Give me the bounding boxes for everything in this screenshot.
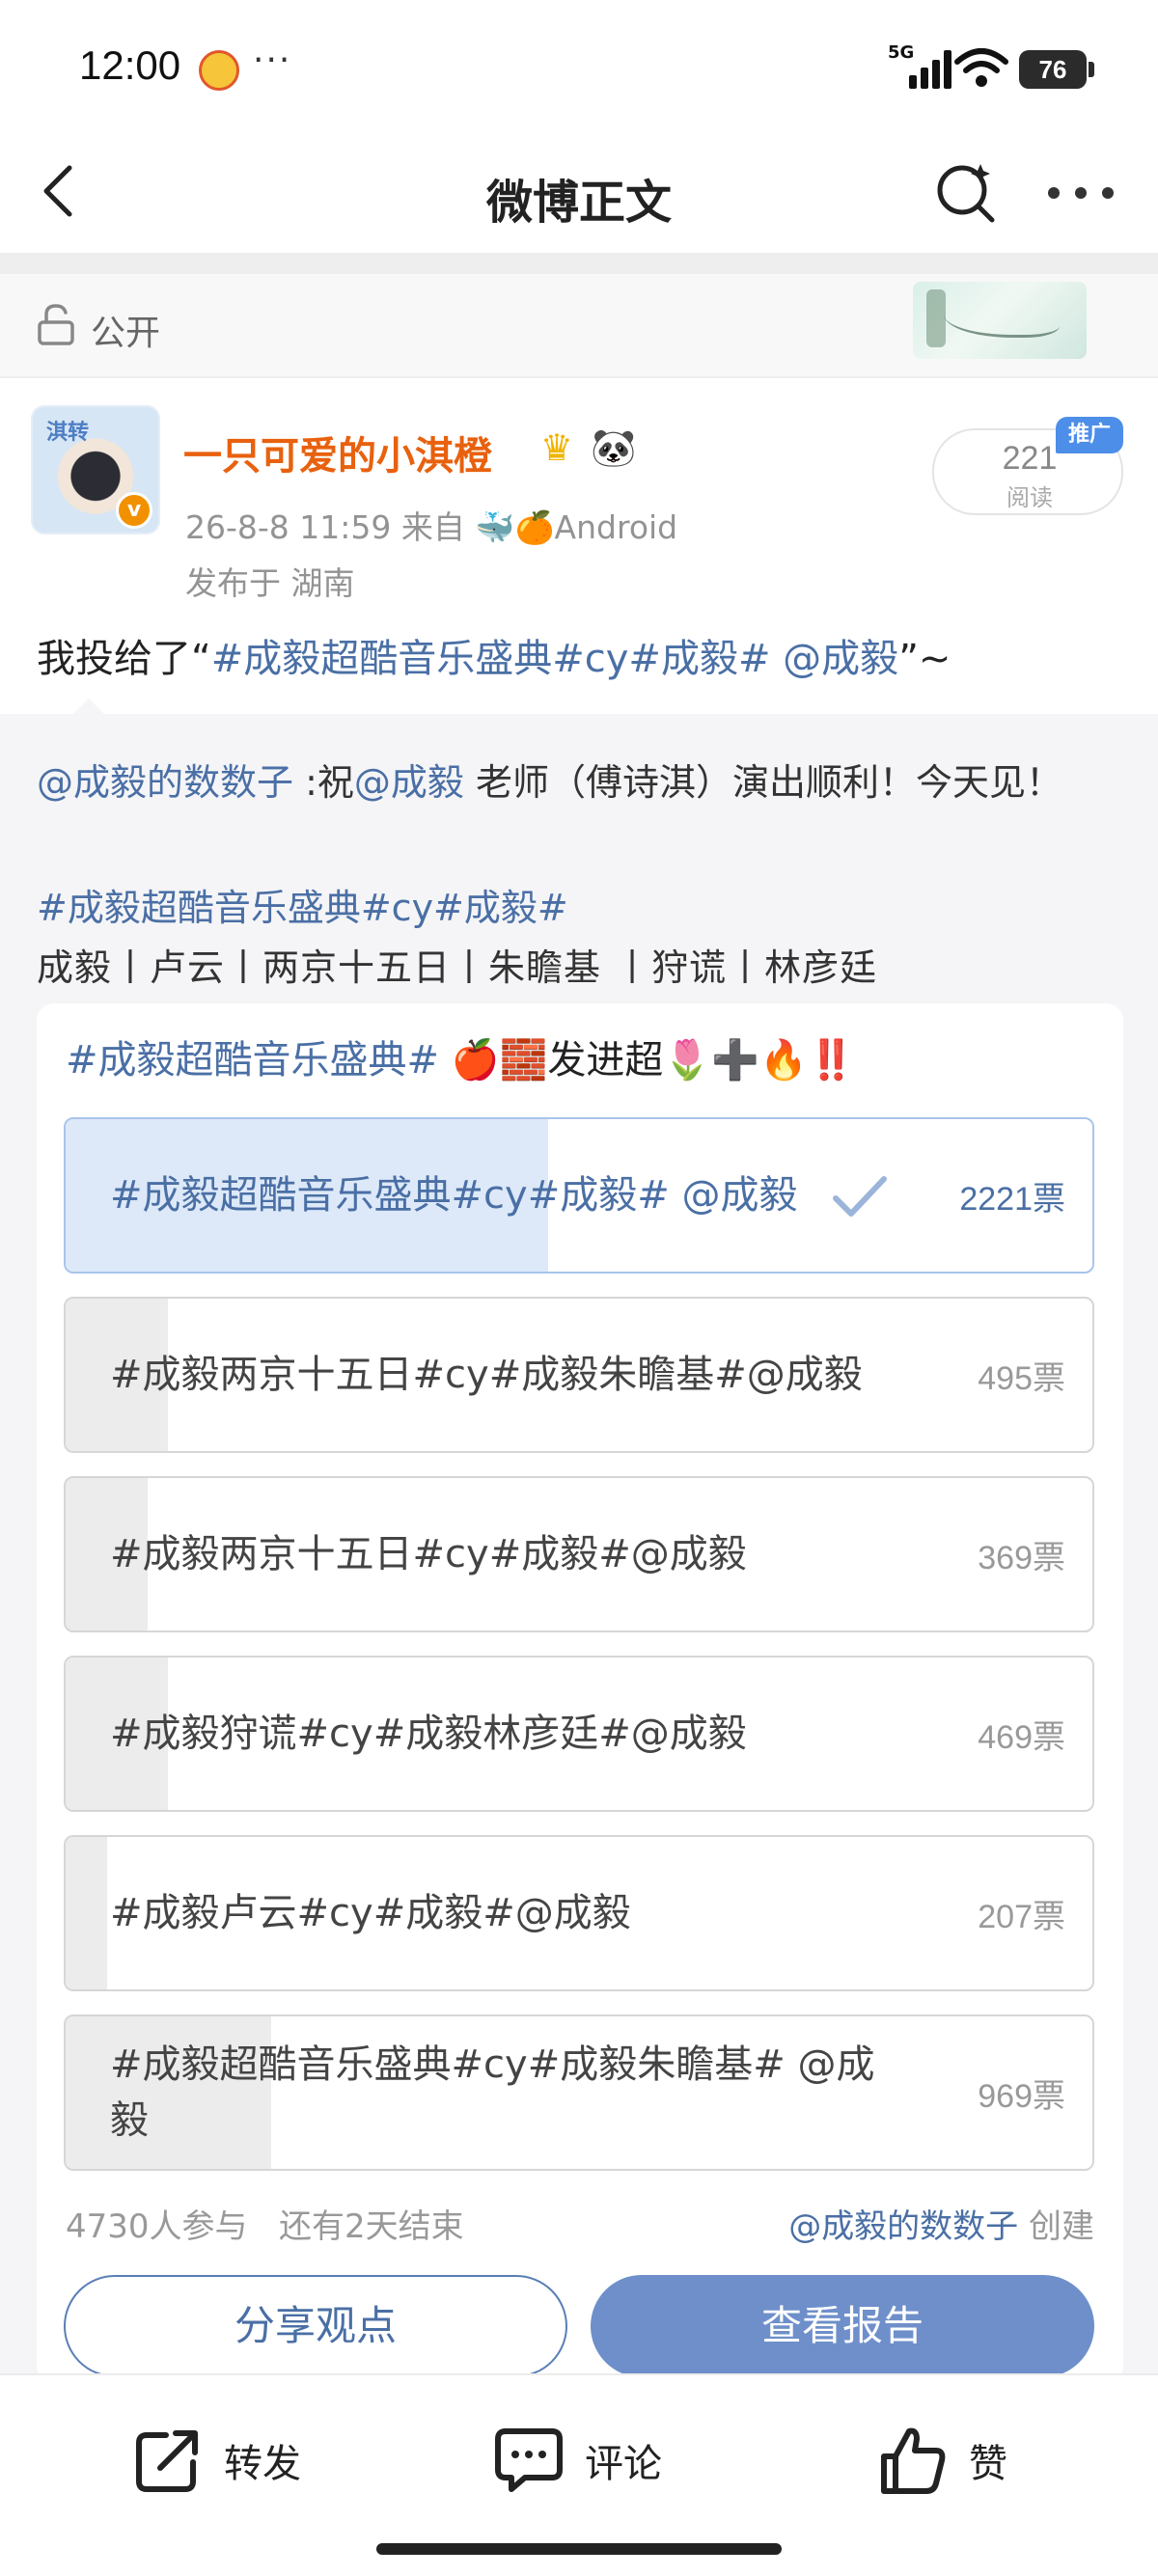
author-name[interactable]: 一只可爱的小淇橙 (183, 425, 492, 480)
repost-icon (136, 2430, 198, 2492)
mention-link[interactable]: @成毅 (354, 761, 464, 804)
read-count-label: 阅读 (1006, 484, 1053, 511)
like-label: 赞 (969, 2442, 1007, 2486)
poll-option-fill (66, 1837, 107, 1989)
visibility-row: 公开 (0, 274, 1158, 378)
poll-option-votes: 2221票 (959, 1180, 1065, 1218)
more-options-icon[interactable] (1042, 168, 1119, 216)
check-icon (833, 1176, 887, 1217)
poll-option[interactable]: #成毅两京十五日#cy#成毅朱瞻基#@成毅 495票 (64, 1297, 1094, 1453)
poll-option-votes: 369票 (978, 1539, 1065, 1576)
avatar-text: 淇转 (46, 421, 90, 445)
poll-creator-link[interactable]: @成毅的数数子 (788, 2207, 1018, 2246)
poll-title-text: 🍎🧱发进超🌷➕🔥‼️ (439, 1038, 856, 1082)
comment-label: 评论 (585, 2442, 662, 2486)
poll-option-text: #成毅两京十五日#cy#成毅#@成毅 (110, 1532, 747, 1576)
section-divider (0, 253, 1158, 274)
repost-text: @成毅的数数子 :祝@成毅 老师（傅诗淇）演出顺利！今天见！ (37, 753, 1062, 806)
post-meta: 26-8-8 11:59 来自 🐳🍊Android (185, 508, 678, 546)
view-report-button[interactable]: 查看报告 (591, 2275, 1094, 2377)
nav-bar: 微博正文 (0, 135, 1158, 253)
post-location: 发布于 湖南 (185, 564, 355, 602)
poll-option-text: #成毅超酷音乐盛典#cy#成毅朱瞻基# @成毅 (110, 2042, 875, 2143)
poll-remaining-time: 还有2天结束 (278, 2207, 464, 2246)
poll-option-text: #成毅卢云#cy#成毅#@成毅 (110, 1891, 631, 1935)
repost-text-part: 老师（傅诗淇）演出顺利！今天见！ (463, 761, 1063, 804)
poll-title-tag[interactable]: #成毅超酷音乐盛典# (66, 1038, 439, 1082)
poll-creator-suffix: 创建 (1018, 2207, 1094, 2246)
poll-option[interactable]: #成毅两京十五日#cy#成毅#@成毅 369票 (64, 1476, 1094, 1632)
weibo-notification-icon (199, 50, 239, 91)
like-button[interactable]: 赞 (876, 2422, 1007, 2499)
panda-icon: 🐼 (591, 426, 637, 469)
repost-button[interactable]: 转发 (131, 2422, 301, 2499)
visibility-label: 公开 (91, 314, 161, 353)
repost-topic-tags[interactable]: #成毅超酷音乐盛典#cy#成毅# (37, 878, 568, 931)
status-bar: 12:00 ··· 5G 76 (0, 0, 1158, 135)
poll-option-text: #成毅超酷音乐盛典#cy#成毅# @成毅 (110, 1173, 798, 1218)
post-text-prefix: 我投给了“ (37, 637, 211, 681)
poll-option[interactable]: #成毅超酷音乐盛典#cy#成毅# @成毅 2221票 (64, 1117, 1094, 1274)
poll-option-votes: 469票 (978, 1718, 1065, 1756)
promote-badge[interactable]: 推广 (1056, 417, 1123, 453)
poll-creator: @成毅的数数子 创建 (788, 2200, 1094, 2247)
poll-title: #成毅超酷音乐盛典# 🍎🧱发进超🌷➕🔥‼️ (66, 1028, 856, 1084)
poll-option-votes: 495票 (978, 1359, 1065, 1397)
poll-option[interactable]: #成毅狩谎#cy#成毅林彦廷#@成毅 469票 (64, 1656, 1094, 1812)
poll-participants: 4730人参与 (66, 2207, 248, 2246)
wifi-icon (954, 48, 1008, 87)
poll-option-votes: 207票 (978, 1898, 1065, 1935)
cellular-signal-icon: 5G (888, 42, 955, 89)
poll-stats: 4730人参与 还有2天结束 (66, 2200, 464, 2247)
poll-option-text: #成毅狩谎#cy#成毅林彦廷#@成毅 (110, 1712, 747, 1756)
status-time: 12:00 (79, 42, 181, 88)
status-more-dots: ··· (253, 41, 292, 80)
original-author-mention[interactable]: @成毅的数数子 (37, 761, 293, 804)
unlock-icon (38, 304, 74, 345)
search-icon[interactable] (932, 158, 1000, 226)
home-indicator (376, 2543, 782, 2555)
crown-icon: ♛ (540, 426, 574, 469)
share-opinion-button[interactable]: 分享观点 (64, 2275, 567, 2377)
poll-option-votes: 969票 (978, 2077, 1065, 2115)
repost-caret (71, 699, 106, 716)
poll-card: #成毅超酷音乐盛典# 🍎🧱发进超🌷➕🔥‼️ #成毅超酷音乐盛典#cy#成毅# @… (37, 1003, 1123, 2383)
post-content: 我投给了“#成毅超酷音乐盛典#cy#成毅# @成毅”~ (37, 627, 951, 683)
repost-label: 转发 (224, 2442, 301, 2486)
network-type-label: 5G (888, 42, 915, 63)
decorative-card-badge[interactable] (913, 282, 1087, 359)
repost-role-list: 成毅丨卢云丨两京十五日丨朱瞻基 丨狩谎丨林彦廷 (37, 946, 878, 989)
poll-option[interactable]: #成毅卢云#cy#成毅#@成毅 207票 (64, 1835, 1094, 1991)
poll-option-text: #成毅两京十五日#cy#成毅朱瞻基#@成毅 (110, 1353, 863, 1397)
author-header: 淇转 v 一只可爱的小淇橙 ♛ 🐼 26-8-8 11:59 来自 🐳🍊Andr… (0, 378, 1158, 610)
comment-icon (495, 2428, 563, 2492)
verified-badge-icon: v (116, 492, 152, 529)
post-text-suffix: ”~ (898, 637, 951, 681)
repost-text-part: :祝 (293, 761, 354, 804)
thumbs-up-icon (881, 2427, 946, 2494)
post-topic-link[interactable]: #成毅超酷音乐盛典#cy#成毅# @成毅 (211, 637, 898, 681)
poll-option[interactable]: #成毅超酷音乐盛典#cy#成毅朱瞻基# @成毅 969票 (64, 2014, 1094, 2171)
battery-indicator: 76 (1019, 50, 1094, 89)
comment-button[interactable]: 评论 (492, 2422, 662, 2499)
